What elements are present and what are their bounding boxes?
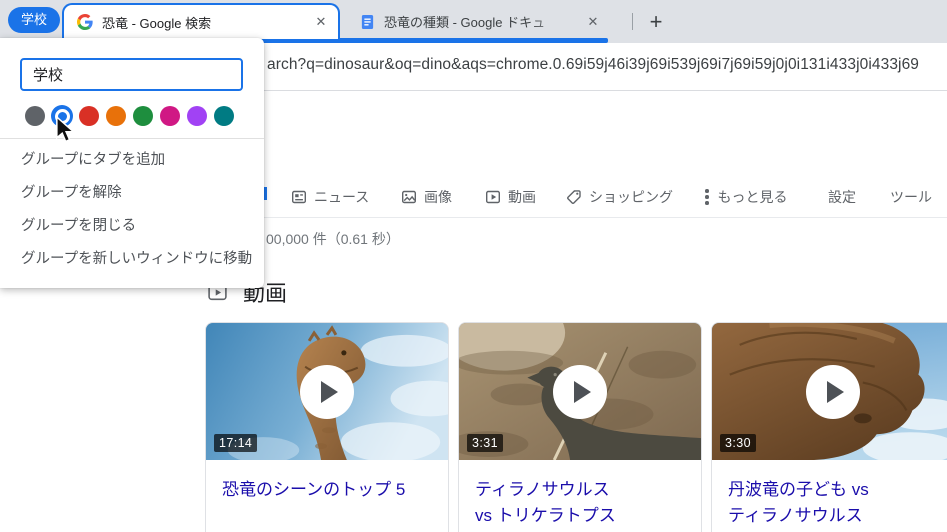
duration-badge: 3:30 bbox=[720, 434, 756, 452]
close-icon[interactable]: ✕ bbox=[312, 13, 330, 31]
close-icon[interactable]: ✕ bbox=[584, 13, 602, 31]
results-stats: 00,000 件（0.61 秒） bbox=[266, 229, 400, 249]
mouse-cursor bbox=[55, 116, 77, 144]
address-bar-url[interactable]: arch?q=dinosaur&oq=dino&aqs=chrome.0.69i… bbox=[267, 56, 919, 74]
news-icon bbox=[291, 189, 307, 205]
menu-item-move-group-to-window[interactable]: グループを新しいウィンドウに移動 bbox=[0, 243, 264, 276]
new-tab-button[interactable]: + bbox=[641, 7, 671, 37]
menu-item-ungroup[interactable]: グループを解除 bbox=[0, 177, 264, 210]
duration-badge: 17:14 bbox=[214, 434, 257, 452]
color-swatch-grey[interactable] bbox=[25, 106, 45, 126]
nav-label: ニュース bbox=[314, 187, 369, 207]
tab-separator bbox=[632, 13, 633, 30]
video-title-link[interactable]: 丹波竜の子ども vs ティラノサウルス bbox=[712, 460, 947, 530]
shopping-tag-icon bbox=[566, 189, 582, 205]
search-nav-more[interactable]: もっと見る bbox=[703, 187, 788, 207]
color-swatch-orange[interactable] bbox=[106, 106, 126, 126]
nav-label: 設定 bbox=[828, 187, 856, 207]
nav-label: 動画 bbox=[508, 187, 536, 207]
video-thumbnail: 3:30 bbox=[712, 323, 947, 460]
video-card[interactable]: 3:30 丹波竜の子ども vs ティラノサウルス bbox=[711, 322, 947, 532]
play-icon bbox=[574, 381, 591, 403]
image-icon bbox=[401, 189, 417, 205]
google-favicon bbox=[77, 14, 93, 30]
color-swatch-red[interactable] bbox=[79, 106, 99, 126]
search-nav-tools[interactable]: ツール bbox=[890, 187, 932, 207]
play-button[interactable] bbox=[553, 365, 607, 419]
video-title-link[interactable]: ティラノサウルス vs トリケラトプス bbox=[459, 460, 701, 530]
play-button[interactable] bbox=[806, 365, 860, 419]
group-name-input[interactable] bbox=[20, 58, 243, 91]
color-swatch-pink[interactable] bbox=[160, 106, 180, 126]
partial-selected-tab-text bbox=[264, 187, 267, 200]
docs-favicon bbox=[360, 14, 375, 30]
video-thumbnail: 3:31 bbox=[459, 323, 701, 460]
nav-label: ショッピング bbox=[589, 187, 673, 207]
video-title-link[interactable]: 恐竜のシーンのトップ 5 bbox=[206, 460, 448, 503]
color-swatch-green[interactable] bbox=[133, 106, 153, 126]
menu-items: グループにタブを追加 グループを解除 グループを閉じる グループを新しいウィンド… bbox=[0, 144, 264, 276]
menu-divider bbox=[0, 138, 264, 139]
nav-label: ツール bbox=[890, 187, 932, 207]
tab-strip: 学校 恐竜 - Google 検索 ✕ 恐竜の種類 - Google ドキュ ✕ bbox=[0, 0, 947, 43]
video-card[interactable]: 3:31 ティラノサウルス vs トリケラトプス bbox=[458, 322, 702, 532]
tab-docs[interactable]: 恐竜の種類 - Google ドキュ ✕ bbox=[346, 6, 608, 38]
more-vertical-icon bbox=[703, 189, 711, 205]
tab-title: 恐竜 - Google 検索 bbox=[102, 13, 312, 32]
play-icon bbox=[827, 381, 844, 403]
tab-group-menu: グループにタブを追加 グループを解除 グループを閉じる グループを新しいウィンド… bbox=[0, 38, 264, 288]
color-swatch-cyan[interactable] bbox=[214, 106, 234, 126]
video-thumbnail: 17:14 bbox=[206, 323, 448, 460]
play-icon bbox=[321, 381, 338, 403]
video-card[interactable]: 17:14 恐竜のシーンのトップ 5 bbox=[205, 322, 449, 532]
nav-label: もっと見る bbox=[718, 187, 788, 207]
tab-dinosaur-search[interactable]: 恐竜 - Google 検索 ✕ bbox=[62, 3, 340, 39]
video-icon bbox=[485, 189, 501, 205]
duration-badge: 3:31 bbox=[467, 434, 503, 452]
nav-label: 画像 bbox=[424, 187, 452, 207]
search-nav-shopping[interactable]: ショッピング bbox=[566, 187, 673, 207]
search-nav-images[interactable]: 画像 bbox=[401, 187, 452, 207]
color-swatch-purple[interactable] bbox=[187, 106, 207, 126]
search-nav-settings[interactable]: 設定 bbox=[828, 187, 856, 207]
menu-item-close-group[interactable]: グループを閉じる bbox=[0, 210, 264, 243]
play-button[interactable] bbox=[300, 365, 354, 419]
tab-group-chip[interactable]: 学校 bbox=[8, 7, 60, 33]
browser-window: 学校 恐竜 - Google 検索 ✕ 恐竜の種類 - Google ドキュ ✕ bbox=[0, 0, 947, 532]
menu-item-add-tab-to-group[interactable]: グループにタブを追加 bbox=[0, 144, 264, 177]
search-nav-news[interactable]: ニュース bbox=[291, 187, 369, 207]
tab-title: 恐竜の種類 - Google ドキュ bbox=[384, 15, 545, 30]
search-nav-videos[interactable]: 動画 bbox=[485, 187, 536, 207]
